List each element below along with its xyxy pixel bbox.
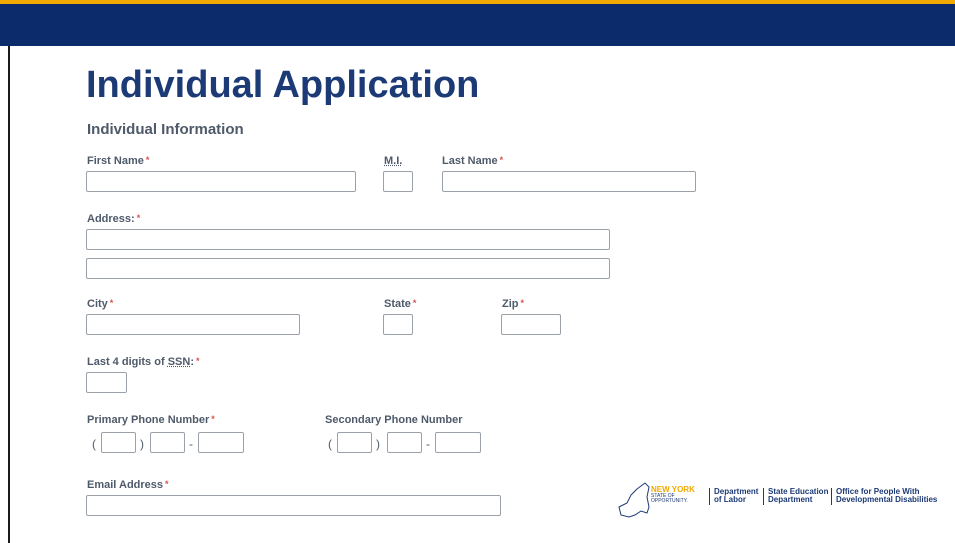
required-marker: * [412,298,417,308]
agency-logos: NEW YORK STATE OF OPPORTUNITY. Departmen… [615,477,950,521]
dash: - [189,437,193,451]
new-york-state-map-icon [618,482,650,518]
open-paren: ( [328,437,332,451]
last-name-label: Last Name * [442,155,504,167]
open-paren: ( [92,437,96,451]
required-marker: * [195,356,200,366]
primary-phone-prefix-field[interactable] [150,432,185,453]
city-label: City * [87,298,114,310]
secondary-phone-prefix-field[interactable] [387,432,422,453]
page-title: Individual Application [86,64,480,106]
email-label: Email Address * [87,479,169,491]
section-title: Individual Information [87,121,244,138]
zip-label: Zip * [502,298,525,310]
last-name-field[interactable] [442,171,696,192]
agency-education: State Education Department [763,487,828,505]
agency-labor: Department of Labor [709,487,758,505]
close-paren: ) [140,437,144,451]
mi-field[interactable] [383,171,413,192]
required-marker: * [165,479,169,489]
state-label: State * [384,298,417,310]
first-name-field[interactable] [86,171,356,192]
ssn-field[interactable] [86,372,127,393]
address-label: Address: * [87,213,141,225]
required-marker: * [211,414,215,424]
address-line1-field[interactable] [86,229,610,250]
secondary-phone-line-field[interactable] [435,432,481,453]
close-paren: ) [376,437,380,451]
required-marker: * [145,155,150,165]
required-marker: * [109,298,114,308]
required-marker: * [520,298,525,308]
secondary-phone-label: Secondary Phone Number [325,414,463,426]
header-bar [0,0,955,46]
ny-logo-text: NEW YORK STATE OF OPPORTUNITY. [651,485,695,504]
primary-phone-line-field[interactable] [198,432,244,453]
primary-phone-area-field[interactable] [101,432,136,453]
address-line2-field[interactable] [86,258,610,279]
city-field[interactable] [86,314,300,335]
zip-field[interactable] [501,314,561,335]
state-field[interactable] [383,314,413,335]
slide-left-border [8,46,10,543]
first-name-label: First Name * [87,155,150,167]
dash: - [426,437,430,451]
ssn-label: Last 4 digits of SSN: * [87,356,200,368]
mi-label: M.I. [384,155,403,167]
agency-opwdd: Office for People With Developmental Dis… [831,487,937,505]
required-marker: * [136,213,141,223]
secondary-phone-area-field[interactable] [337,432,372,453]
required-marker: * [499,155,504,165]
primary-phone-label: Primary Phone Number * [87,414,215,426]
email-field[interactable] [86,495,501,516]
